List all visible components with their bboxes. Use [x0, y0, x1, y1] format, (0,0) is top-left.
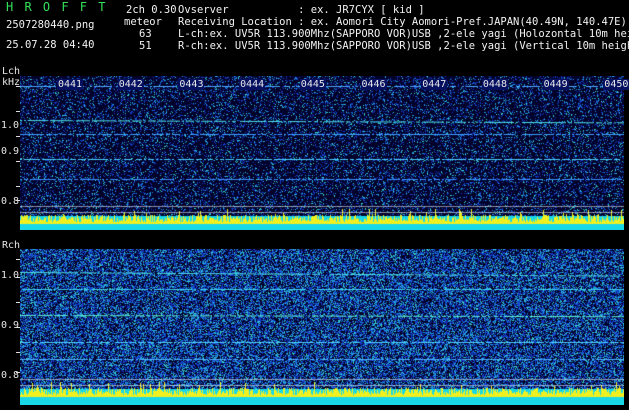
time-label-0448: 0448: [481, 79, 508, 90]
rch-spectrogram: [20, 249, 624, 405]
time-label-0443: 0443: [178, 79, 205, 90]
time-label-0445: 0445: [299, 79, 326, 90]
lch-tick-marks: [16, 76, 20, 230]
time-label-0441: 0441: [57, 79, 84, 90]
app-name: H R O F F T: [6, 0, 108, 14]
time-label-0449: 0449: [542, 79, 569, 90]
rch-info-line: R-ch:ex. UV5R 113.900Mhz(SAPPORO VOR)USB…: [178, 40, 629, 52]
meteor-label: meteor: [124, 16, 162, 28]
filename: 2507280440.png: [6, 19, 95, 31]
location-line: Receiving Location : ex. Aomori City Aom…: [178, 16, 627, 28]
rch-tick-marks: [16, 249, 20, 405]
time-label-0442: 0442: [117, 79, 144, 90]
lch-spectrogram: [20, 76, 624, 230]
lch-spectrogram-canvas: [20, 76, 624, 230]
meteor-count-lch: 63: [139, 28, 152, 40]
datetime: 25.07.28 04:40: [6, 39, 95, 51]
time-label-0450: 0450: [603, 79, 629, 90]
time-label-0447: 0447: [421, 79, 448, 90]
observer-line: Ovserver : ex. JR7CYX [ kid ]: [178, 4, 425, 16]
mode-label: 2ch 0.30: [126, 4, 177, 16]
lch-info-line: L-ch:ex. UV5R 113.900Mhz(SAPPORO VOR)USB…: [178, 28, 629, 40]
time-label-0446: 0446: [360, 79, 387, 90]
time-label-0444: 0444: [239, 79, 266, 90]
rch-spectrogram-canvas: [20, 249, 624, 405]
meteor-count-rch: 51: [139, 40, 152, 52]
